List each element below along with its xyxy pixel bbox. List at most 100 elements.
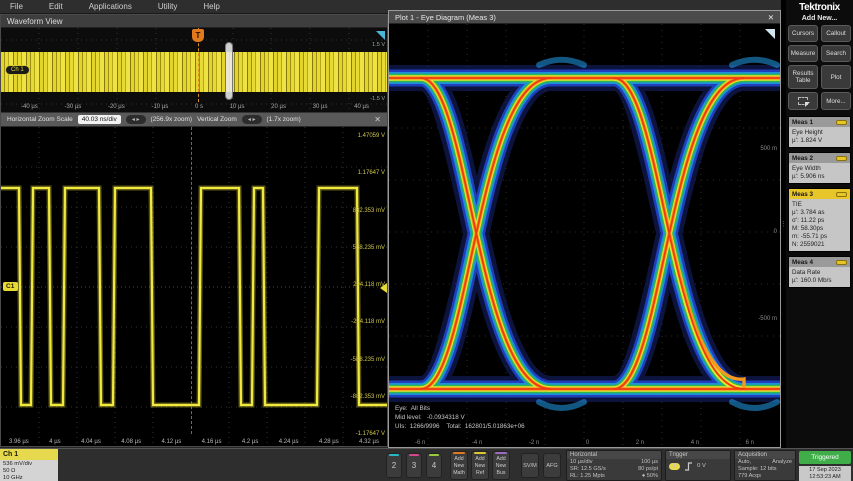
vertical-zoom-stepper[interactable]: ◂ ▸: [242, 115, 262, 124]
overview-waveform-band: [1, 52, 387, 92]
plot-button[interactable]: Plot: [821, 65, 851, 89]
trigger-marker-icon[interactable]: T: [192, 29, 204, 42]
trigger-panel-title: Trigger: [666, 451, 730, 459]
meas-2-name: Meas 2: [792, 155, 813, 162]
eye-diagram-titlebar[interactable]: Plot 1 - Eye Diagram (Meas 3) ✕: [389, 11, 780, 24]
add-new-ref-button[interactable]: Add New Ref: [471, 451, 489, 480]
meas-3-card[interactable]: Meas 3 TIE µ': 3.784 as σ': 11.22 ps M: …: [788, 188, 851, 252]
ref-color-stripe: [474, 452, 486, 454]
time-tick: 4.24 µs: [279, 439, 299, 445]
meas-3-max: M: 58.30ps: [792, 225, 847, 233]
time-tick: 4.12 µs: [161, 439, 181, 445]
meas-1-card[interactable]: Meas 1 Eye Height µ': 1.824 V: [788, 116, 851, 148]
cursors-button[interactable]: Cursors: [788, 25, 818, 42]
horizontal-panel-title: Horizontal: [567, 451, 661, 459]
results-table-button[interactable]: Results Table: [788, 65, 818, 89]
search-button[interactable]: Search: [821, 45, 851, 62]
eye-y-tick: 0: [774, 229, 777, 235]
afg-button[interactable]: AFG: [543, 453, 561, 478]
eye-x-tick: -2 n: [529, 440, 539, 446]
eye-x-axis: -6 n -4 n -2 n 0 2 n 4 n 6 n: [415, 440, 754, 446]
time-tick: 20 µs: [271, 104, 286, 110]
meas-3-min: m: -55.71 ps: [792, 233, 847, 241]
waveform-view-title: Waveform View: [1, 15, 387, 28]
voltage-tick: 882.353 mV: [353, 208, 385, 214]
voltage-axis: 1.47059 V 1.17647 V 882.353 mV 588.235 m…: [351, 133, 385, 437]
meas-4-card[interactable]: Meas 4 Data Rate µ': 160.0 Mb/s: [788, 256, 851, 288]
voltage-tick: 1.47059 V: [358, 133, 385, 139]
trigger-level-icon[interactable]: [376, 31, 385, 40]
eye-x-tick: 0: [586, 440, 589, 446]
eye-stat-uis: UIs: 1266/9996 Total: 162801/5.01863e+06: [395, 422, 525, 431]
acquisition-panel[interactable]: Acquisition Auto,Analyze Sample: 12 bits…: [734, 450, 796, 481]
channel1-termination: 50 Ω: [3, 468, 55, 475]
voltage-tick: -1.17647 V: [356, 431, 385, 437]
acq-analyze: Analyze: [772, 459, 792, 466]
zoom-region-slider[interactable]: [225, 42, 233, 100]
channel1-bandwidth: 10 GHz: [3, 475, 55, 481]
channel2-button[interactable]: 2: [386, 453, 402, 478]
close-icon[interactable]: ✕: [768, 11, 774, 23]
h-resolution: 80 ps/pt: [638, 466, 658, 473]
eye-x-tick: -4 n: [472, 440, 482, 446]
time-tick: -20 µs: [108, 104, 125, 110]
waveform-overview[interactable]: T Ch 1 1.5 V -1.5 V -40 µs -30 µs -20 µs…: [1, 28, 387, 112]
time-tick: 4.2 µs: [242, 439, 258, 445]
add-ref-line1: Add: [472, 456, 488, 463]
channel2-label: 2: [392, 461, 396, 470]
add-new-bus-button[interactable]: Add New Bus: [492, 451, 510, 480]
channel4-color-stripe: [429, 454, 439, 456]
menu-help[interactable]: Help: [203, 2, 219, 11]
overview-level-top-label: 1.5 V: [372, 42, 385, 48]
more-button[interactable]: More...: [821, 92, 851, 110]
time-tick: 3.96 µs: [9, 439, 29, 445]
time-tick: 4.16 µs: [202, 439, 222, 445]
time-tick: -30 µs: [64, 104, 81, 110]
triggered-status-button[interactable]: Triggered: [799, 451, 851, 464]
eye-x-tick: 6 n: [746, 440, 754, 446]
horizontal-panel[interactable]: Horizontal 10 µs/div100 µs SR: 12.5 GS/s…: [566, 450, 662, 481]
meas-3-name: Meas 3: [792, 191, 813, 198]
callout-button[interactable]: Callout: [821, 25, 851, 42]
trigger-panel[interactable]: Trigger 1 0 V: [665, 450, 731, 481]
menu-applications[interactable]: Applications: [89, 2, 132, 11]
plot-handle-icon[interactable]: [765, 29, 775, 39]
channel3-button[interactable]: 3: [406, 453, 422, 478]
meas-2-type: Eye Width: [792, 165, 847, 173]
meas-1-name: Meas 1: [792, 119, 813, 126]
draw-a-box-button[interactable]: [788, 92, 818, 110]
spectrum-view-button[interactable]: SV/M: [521, 453, 539, 478]
time-tick: 4.08 µs: [121, 439, 141, 445]
channel4-button[interactable]: 4: [426, 453, 442, 478]
overview-channel-badge[interactable]: Ch 1: [5, 65, 30, 75]
eye-diagram-plot[interactable]: 500 m 0 -500 m Eye: All Bits Mid level: …: [389, 24, 780, 447]
overview-level-bottom-label: -1.5 V: [370, 96, 385, 102]
time-label: 12:53:23 AM: [799, 474, 851, 481]
zoom-close-icon[interactable]: ✕: [374, 115, 381, 124]
acquisition-panel-title: Acquisition: [735, 451, 795, 459]
horizontal-zoom-scale-input[interactable]: 40.03 ns/div: [78, 115, 121, 124]
meas-2-card[interactable]: Meas 2 Eye Width µ': 5.906 ns: [788, 152, 851, 184]
oscilloscope-app: File Edit Applications Utility Help Wave…: [0, 0, 853, 481]
bottom-settings-bar: Ch 1 536 mV/div 50 Ω 10 GHz 2 3 4 Add Ne…: [0, 448, 853, 481]
afg-label: AFG: [546, 463, 558, 469]
trigger-level: 0 V: [697, 463, 706, 470]
add-new-math-button[interactable]: Add New Math: [450, 451, 468, 480]
eye-stat-midlevel: Mid level: -0.0934318 V: [395, 413, 525, 422]
menu-utility[interactable]: Utility: [158, 2, 178, 11]
menu-edit[interactable]: Edit: [49, 2, 63, 11]
zoom-waveform-plot[interactable]: C1 1.47059 V 1.17647 V 882.353 mV 588.23…: [1, 127, 387, 446]
measure-button[interactable]: Measure: [788, 45, 818, 62]
add-math-line1: Add: [451, 456, 467, 463]
add-bus-line1: Add: [493, 456, 509, 463]
horizontal-zoom-stepper[interactable]: ◂ ▸: [126, 115, 146, 124]
voltage-tick: 588.235 mV: [353, 245, 385, 251]
menu-file[interactable]: File: [10, 2, 23, 11]
time-tick: -10 µs: [151, 104, 168, 110]
eye-y-tick: -500 m: [758, 316, 777, 322]
channel1-handle[interactable]: C1: [3, 282, 18, 291]
voltage-tick: -294.118 mV: [351, 319, 385, 325]
channel2-color-stripe: [389, 454, 399, 456]
voltage-tick: 1.17647 V: [358, 170, 385, 176]
channel1-badge[interactable]: Ch 1 536 mV/div 50 Ω 10 GHz: [0, 449, 58, 481]
